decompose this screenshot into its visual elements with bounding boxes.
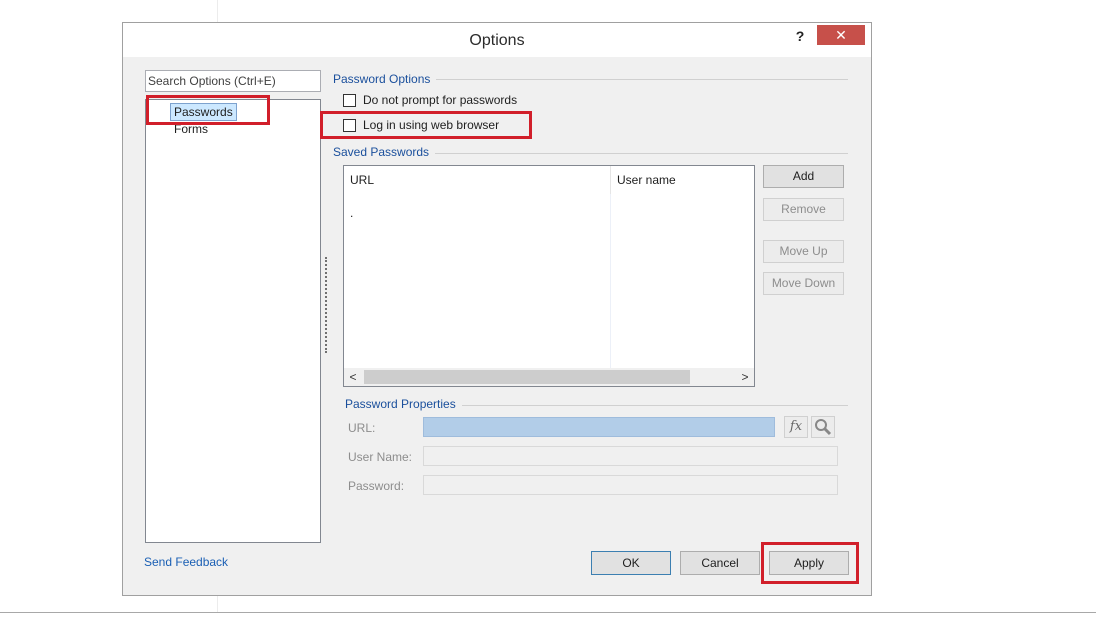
user-name-label: User Name: [348, 450, 413, 464]
user-name-field[interactable] [423, 446, 838, 466]
search-input[interactable]: Search Options (Ctrl+E) [145, 70, 321, 92]
scrollbar-thumb[interactable] [364, 370, 690, 384]
dialog-title: Options [469, 32, 525, 49]
list-item[interactable]: . [350, 206, 353, 220]
horizontal-scrollbar[interactable]: < > [344, 368, 754, 386]
search-icon[interactable] [811, 416, 835, 438]
scroll-left-icon[interactable]: < [344, 368, 362, 386]
password-options-heading: Password Options [333, 72, 437, 86]
options-tree: Passwords Forms [145, 99, 321, 543]
scroll-right-icon[interactable]: > [736, 368, 754, 386]
url-label: URL: [348, 421, 376, 435]
move-down-button[interactable]: Move Down [763, 272, 844, 295]
cancel-button[interactable]: Cancel [680, 551, 760, 575]
pane-splitter[interactable] [325, 257, 327, 353]
close-button[interactable]: ✕ [817, 25, 865, 45]
help-button[interactable]: ? [789, 26, 811, 48]
move-up-button[interactable]: Move Up [763, 240, 844, 263]
saved-passwords-heading: Saved Passwords [333, 145, 436, 159]
send-feedback-link[interactable]: Send Feedback [144, 555, 228, 569]
ok-button[interactable]: OK [591, 551, 671, 575]
highlight-box-passwords [146, 95, 270, 125]
remove-button[interactable]: Remove [763, 198, 844, 221]
background-bottom-line [0, 612, 1096, 613]
close-icon: ✕ [835, 27, 847, 43]
url-field[interactable] [423, 417, 775, 437]
password-field[interactable] [423, 475, 838, 495]
column-divider [610, 194, 611, 368]
highlight-box-apply [761, 542, 859, 584]
saved-passwords-list[interactable]: URL User name . < > [343, 165, 755, 387]
column-header-url[interactable]: URL [344, 166, 610, 194]
highlight-box-web-browser [320, 111, 532, 139]
do-not-prompt-label: Do not prompt for passwords [363, 93, 518, 107]
fx-icon[interactable]: fx [784, 416, 808, 438]
column-header-user-name[interactable]: User name [610, 166, 754, 194]
add-button[interactable]: Add [763, 165, 844, 188]
do-not-prompt-checkbox[interactable] [343, 94, 356, 107]
title-bar: Options ? ✕ [123, 23, 871, 57]
password-label: Password: [348, 479, 405, 493]
password-properties-heading: Password Properties [345, 397, 462, 411]
